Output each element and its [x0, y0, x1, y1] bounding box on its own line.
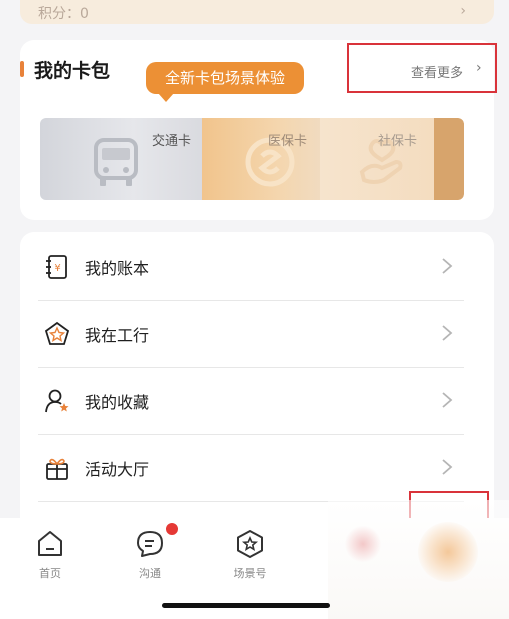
points-chevron-icon: ›: [460, 3, 466, 19]
blurred-tab-icon: [418, 522, 478, 582]
home-icon: [38, 531, 62, 556]
menu-item-ledger[interactable]: ¥ 我的账本: [38, 234, 464, 301]
chevron-right-icon: [442, 325, 453, 341]
chevron-right-icon: [442, 258, 453, 274]
svg-text:¥: ¥: [54, 263, 60, 274]
chevron-right-icon: [442, 459, 453, 475]
favorite-user-icon: [45, 389, 69, 413]
menu-item-label: 我在工行: [85, 326, 150, 345]
menu-item-label: 活动大厅: [85, 460, 150, 479]
gift-icon: [46, 458, 68, 480]
menu-item-activities[interactable]: 活动大厅: [38, 435, 464, 502]
tab-label: 首页: [39, 567, 61, 580]
menu-item-label: 我的账本: [85, 259, 150, 278]
tooltip-arrow: [158, 93, 174, 102]
notification-badge: [164, 521, 180, 537]
ledger-icon: ¥: [46, 255, 67, 279]
star-gem-icon: [44, 321, 70, 345]
tab-label: 沟通: [139, 567, 161, 580]
blurred-tab-icon: [345, 525, 381, 563]
tab-chat[interactable]: 沟通: [120, 529, 180, 589]
card-carousel[interactable]: 交通卡 医保卡 社保卡: [40, 118, 464, 200]
more-card-edge[interactable]: [434, 118, 464, 200]
chevron-right-icon: [442, 392, 453, 408]
social-card-label: 社保卡: [378, 134, 418, 149]
star-hexagon-icon: [237, 530, 263, 558]
section-accent-bar: [20, 61, 24, 77]
new-wallet-tooltip[interactable]: 全新卡包场景体验: [146, 62, 304, 94]
chat-icon: [137, 531, 163, 557]
points-card[interactable]: 积分：0 ›: [20, 0, 494, 24]
menu-item-label: 我的收藏: [85, 393, 150, 412]
menu-item-icbc[interactable]: 我在工行: [38, 301, 464, 368]
highlight-box-see-more: [347, 43, 497, 93]
home-indicator[interactable]: [162, 603, 330, 608]
medical-card-label: 医保卡: [268, 134, 308, 149]
transport-card-label: 交通卡: [152, 134, 192, 149]
tab-label: 场景号: [233, 567, 267, 580]
tab-scene[interactable]: 场景号: [220, 529, 280, 589]
tab-home[interactable]: 首页: [20, 529, 80, 589]
wallet-section-title: 我的卡包: [34, 60, 111, 82]
menu-item-favorites[interactable]: 我的收藏: [38, 368, 464, 435]
points-label: 积分：0: [38, 6, 89, 22]
bus-icon: [94, 138, 138, 186]
